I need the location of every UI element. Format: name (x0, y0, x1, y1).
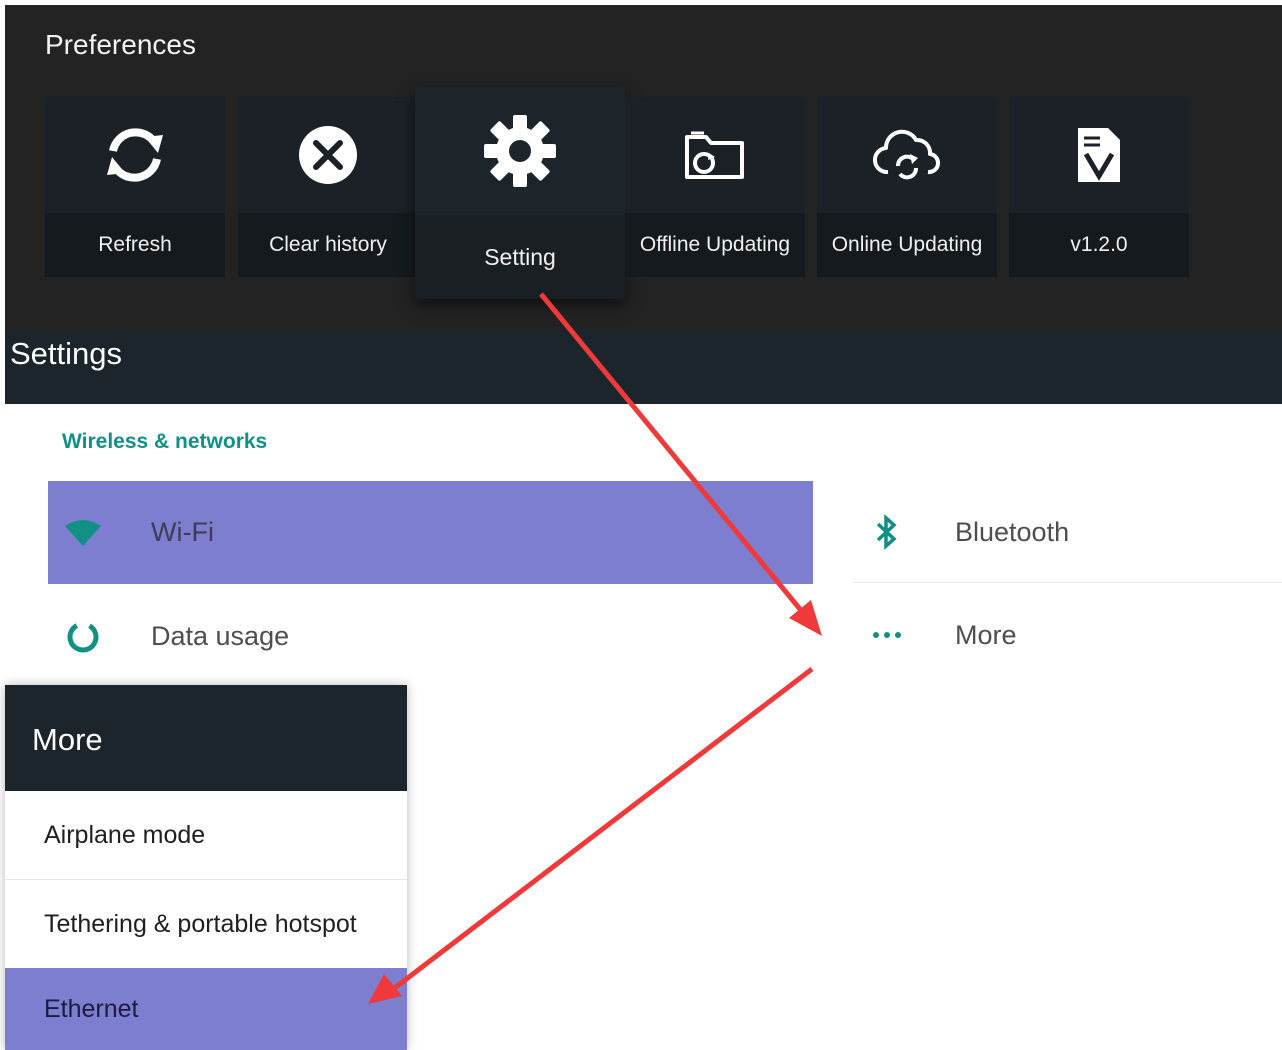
section-header-wireless: Wireless & networks (62, 430, 268, 453)
settings-title: Settings (10, 336, 123, 371)
version-document-icon (1078, 127, 1120, 182)
settings-item-wifi[interactable]: Wi-Fi (48, 481, 813, 584)
preferences-title: Preferences (45, 29, 196, 60)
ethernet-label: Ethernet (44, 994, 139, 1023)
settings-item-bluetooth[interactable]: Bluetooth (852, 482, 1282, 583)
bluetooth-icon (852, 514, 922, 550)
preferences-panel: Preferences Refresh Clear history Settin… (5, 5, 1282, 335)
more-item-ethernet[interactable]: Ethernet (5, 968, 407, 1050)
refresh-label: Refresh (45, 213, 225, 277)
wifi-label: Wi-Fi (151, 517, 214, 547)
setting-label: Setting (415, 215, 625, 299)
bluetooth-label: Bluetooth (955, 516, 1070, 547)
settings-item-data-usage[interactable]: Data usage (48, 588, 808, 685)
more-label: More (955, 619, 1017, 650)
more-dots-icon (852, 630, 922, 640)
tethering-label: Tethering & portable hotspot (44, 909, 357, 938)
data-usage-label: Data usage (151, 621, 290, 651)
gear-icon (484, 115, 556, 187)
arrow-more-to-ethernet (368, 667, 814, 1004)
offline-updating-label: Offline Updating (625, 213, 805, 277)
more-panel: More Airplane mode Tethering & portable … (5, 685, 407, 1050)
offline-updating-tile[interactable]: Offline Updating (625, 97, 805, 277)
cloud-sync-icon (873, 129, 940, 179)
online-updating-tile[interactable]: Online Updating (817, 97, 997, 277)
settings-item-more[interactable]: More (852, 585, 1282, 685)
more-header: More (5, 685, 407, 791)
folder-sync-icon (685, 131, 744, 179)
clear-history-tile[interactable]: Clear history (238, 97, 418, 277)
setting-tile[interactable]: Setting (415, 87, 625, 299)
clear-circle-icon (299, 125, 357, 184)
version-label: v1.2.0 (1009, 213, 1189, 277)
airplane-mode-label: Airplane mode (44, 820, 206, 849)
more-item-airplane-mode[interactable]: Airplane mode (5, 791, 407, 880)
data-usage-icon (48, 619, 118, 655)
settings-header: Settings (5, 330, 1282, 404)
online-updating-label: Online Updating (817, 213, 997, 277)
more-item-tethering[interactable]: Tethering & portable hotspot (5, 880, 407, 968)
refresh-icon (107, 127, 163, 182)
refresh-tile[interactable]: Refresh (45, 97, 225, 277)
clear-history-label: Clear history (238, 213, 418, 277)
more-title: More (32, 722, 103, 757)
version-tile[interactable]: v1.2.0 (1009, 97, 1189, 277)
wifi-icon (48, 518, 118, 548)
